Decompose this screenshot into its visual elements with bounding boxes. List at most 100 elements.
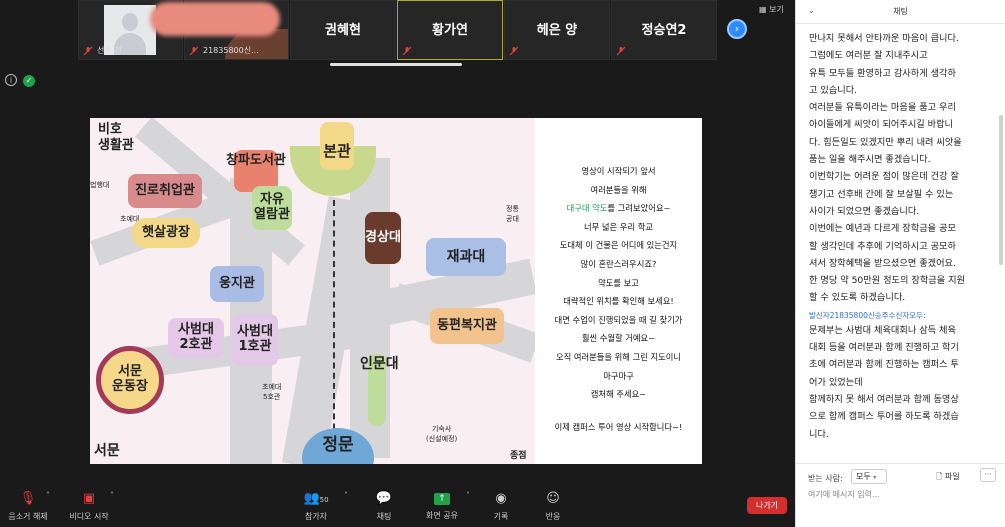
chat-message-line: 여러분들 유특이라는 마음을 품고 우리 xyxy=(809,102,956,114)
chat-message-line: 이번에는 예년과 다르게 장학금을 공모 xyxy=(809,223,956,235)
caption-text: 영상이 시작되기 앞서 여러분들을 위해 대구대 약도를 그려보았어요~ 너무 넓은 … xyxy=(535,162,702,436)
chat-label: 채팅 xyxy=(376,512,392,521)
participant-name: 선우 정 xyxy=(97,46,122,55)
unmute-label: 음소거 해제 xyxy=(8,512,48,521)
chat-message-line: 할 수 있도록 하겠습니다. xyxy=(809,292,906,304)
caption-line: 약도를 보고 xyxy=(598,277,639,288)
chat-message-line: 니다. xyxy=(809,428,829,440)
chat-message-line: 만나지 못해서 안타까운 마음이 큽니다. xyxy=(809,33,959,44)
caption-line: 많이 혼란스러우시죠? xyxy=(580,258,657,269)
chat-message-line: 사이가 되었으면 좋겠습니다. xyxy=(809,205,920,217)
zoom-window: 선우 정 21835800신... 권혜현 황가연 헤은 양 정승연2 › ▦ … xyxy=(0,0,1005,527)
chevron-up-icon[interactable]: ˄ xyxy=(110,491,114,500)
chat-header: ⌄ 채팅 xyxy=(796,0,1005,24)
participant-name: 헤은 양 xyxy=(536,23,578,38)
chevron-right-icon[interactable]: › xyxy=(727,19,747,39)
label-seomun: 서문 xyxy=(94,443,120,459)
caption-line: 오직 여러분들을 위해 그린 지도이니 xyxy=(555,351,682,362)
start-video-button[interactable]: ▣ 비디오 시작 xyxy=(66,491,112,522)
chat-messages: 만나지 못해서 안타까운 마음이 큽니다. 그럼에도 여러분 잘 지내주시고유특 … xyxy=(809,30,991,443)
participant-strip: 선우 정 21835800신... 권혜현 황가연 헤은 양 정승연2 › ▦ … xyxy=(0,0,795,60)
building-main: 본관 xyxy=(320,122,354,170)
chevron-down-icon: ▾ xyxy=(873,474,877,481)
label-jongjeom: 종점 xyxy=(510,451,527,461)
video-label: 비디오 시작 xyxy=(69,512,109,521)
mic-muted-icon xyxy=(189,46,199,56)
grid-icon: ▦ xyxy=(759,5,767,14)
view-button[interactable]: ▦ 보기 xyxy=(759,4,784,15)
caption-line: 캡처해 주세요~ xyxy=(590,389,647,400)
caption-line: 대면 수업이 진행되었을 때 길 찾기가 xyxy=(554,314,683,325)
chat-message-line: 한 명당 약 50만원 정도의 장학금을 지원 xyxy=(809,275,966,287)
chat-message-line: 초에 여러분과 함께 진행하는 캠퍼스 투 xyxy=(809,359,959,371)
label-dorm: 기숙사 (신설예정) xyxy=(426,425,458,443)
meeting-toolbar: 🎙 음소거 해제 ˄ ▣ 비디오 시작 ˄ 👥50 참가자 ˄ 💬 채팅 ↑ 화… xyxy=(0,487,795,527)
chevron-up-icon[interactable]: ˄ xyxy=(46,491,50,500)
participant-name: 21835800신... xyxy=(203,46,259,55)
building-career: 진로취업관 xyxy=(128,174,202,208)
file-button[interactable]: 🗋 파일 xyxy=(936,471,960,485)
record-button[interactable]: ◉ 기록 xyxy=(486,491,516,522)
caption-line: 너무 넓은 우리 학교 xyxy=(584,221,653,232)
building-dongpyeon: 동편복지관 xyxy=(430,308,504,344)
chat-button[interactable]: 💬 채팅 xyxy=(368,491,400,522)
caption-line: 마구마구 xyxy=(603,370,634,381)
reactions-label: 반응 xyxy=(545,512,561,521)
chat-message-line: 이번학기는 어려운 점이 많은데 건강 잘 xyxy=(809,171,959,183)
file-icon: 🗋 xyxy=(936,472,943,481)
chat-message-line: 유특 모두들 환영하고 감사하게 생각하 xyxy=(809,67,956,79)
more-icon[interactable]: ··· xyxy=(980,468,996,482)
strip-scroll-indicator[interactable] xyxy=(330,63,462,66)
chat-message-line: 고 있습니다. xyxy=(809,84,858,96)
chevron-up-icon[interactable]: ˄ xyxy=(466,491,470,500)
recipient-select[interactable]: 모두 ▾ xyxy=(851,469,887,484)
meeting-info: i ✓ xyxy=(5,68,41,87)
share-screen-button[interactable]: ↑ 화면 공유 xyxy=(422,491,462,521)
emoji-icon: ☺ xyxy=(546,491,560,506)
chat-message-line: 으로 함께 캠퍼스 투어를 하도록 하겠습 xyxy=(809,411,959,423)
mic-muted-icon xyxy=(83,46,93,56)
chat-message-line: 어가 있었는데 xyxy=(809,376,863,388)
mic-muted-icon xyxy=(402,46,412,56)
unmute-button[interactable]: 🎙 음소거 해제 xyxy=(6,491,50,522)
leave-button[interactable]: 나가기 xyxy=(747,497,787,514)
chat-message-line: 할 생각인데 추후에 기억하시고 공모하 xyxy=(809,240,956,252)
view-label: 보기 xyxy=(769,5,784,14)
caption-line: 이제 캠퍼스 투어 영상 시작합니다~! xyxy=(554,421,683,432)
reactions-button[interactable]: ☺ 반응 xyxy=(538,491,568,522)
participant-tile[interactable]: 권혜현 xyxy=(290,0,396,60)
chevron-up-icon[interactable]: ˄ xyxy=(344,491,348,500)
label-jeongtong: 정통 공대 xyxy=(506,205,519,223)
mic-muted-icon xyxy=(616,46,626,56)
chat-scrollbar[interactable] xyxy=(999,115,1003,265)
building-jayu: 자유 열람관 xyxy=(252,186,292,230)
building-gyeongsang: 경상대 xyxy=(365,212,401,264)
participant-name: 정승연2 xyxy=(641,23,687,38)
building-sabeom1: 사범대 1호관 xyxy=(232,314,278,366)
chat-message-line: 그럼에도 여러분 잘 지내주시고 xyxy=(809,50,928,62)
participant-tile-active[interactable]: 황가연 xyxy=(397,0,503,60)
chat-message-line: 함께하지 못 해서 여러분과 함께 동영상 xyxy=(809,393,959,405)
participants-button[interactable]: 👥50 참가자 xyxy=(298,491,334,522)
chat-message-line: 다. 힘든일도 있겠지만 뿌리 내려 씨앗을 xyxy=(809,136,962,148)
caption-line: 대략적인 위치를 확인해 보세요! xyxy=(563,296,674,307)
caption-line: 여러분들을 위해 xyxy=(590,184,647,195)
seomun-field: 서문 운동장 xyxy=(96,346,164,414)
participant-tile[interactable]: 정승연2 xyxy=(611,0,717,60)
building-inmun: 인문대 xyxy=(360,354,399,426)
share-label: 화면 공유 xyxy=(426,511,458,520)
chat-sender: 발신자21835800신승주수신자모두: xyxy=(809,310,926,320)
chat-footer: 받는 사람: 모두 ▾ 🗋 파일 ··· 여기에 메시지 입력... xyxy=(796,463,1005,527)
chat-title: 채팅 xyxy=(893,7,908,16)
mic-muted-icon xyxy=(509,46,519,56)
building-jaegwa: 재과대 xyxy=(426,238,506,276)
blurred-region xyxy=(150,2,280,36)
participant-tile[interactable]: 헤은 양 xyxy=(504,0,610,60)
label-choye5: 초예대 5호관 xyxy=(262,383,282,401)
label-bophae: 법행대 xyxy=(90,181,110,189)
chat-panel: ⌄ 채팅 만나지 못해서 안타까운 마음이 큽니다. 그럼에도 여러분 잘 지내주… xyxy=(795,0,1005,527)
chat-input[interactable]: 여기에 메시지 입력... xyxy=(808,489,880,500)
shield-icon[interactable]: ✓ xyxy=(23,75,35,87)
building-sunshine: 햇살광장 xyxy=(132,218,200,248)
info-icon[interactable]: i xyxy=(5,74,17,86)
